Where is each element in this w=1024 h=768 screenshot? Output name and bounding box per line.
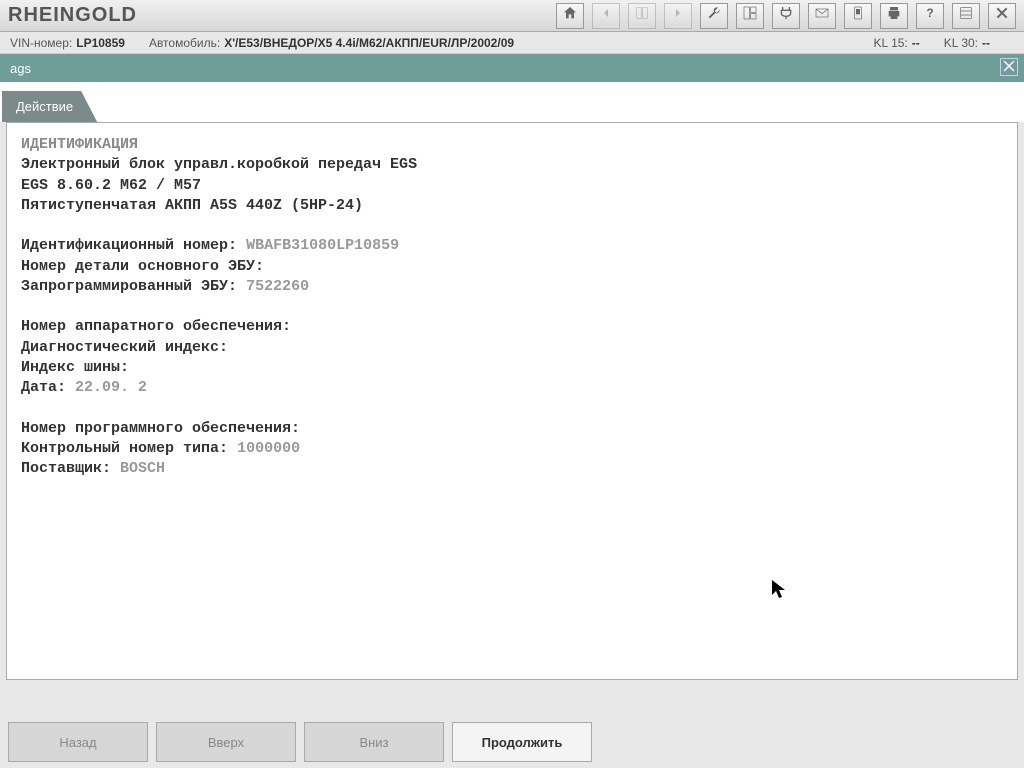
kl30-value: -- [982, 36, 990, 50]
info-line: Индекс шины: [21, 358, 1003, 378]
vin-value: LP10859 [76, 36, 125, 50]
svg-text:?: ? [926, 6, 933, 20]
plug-button[interactable] [772, 3, 800, 29]
continue-button-label: Продолжить [482, 735, 563, 750]
footer-bar: Назад Вверх Вниз Продолжить [8, 722, 1016, 762]
down-button[interactable]: Вниз [304, 722, 444, 762]
info-line: Контрольный номер типа: 1000000 [21, 439, 1003, 459]
info-line: Электронный блок управл.коробкой передач… [21, 155, 1003, 175]
kl30-label: KL 30: [944, 36, 978, 50]
device-button[interactable] [844, 3, 872, 29]
info-line: Поставщик: BOSCH [21, 459, 1003, 479]
wrench-icon [706, 5, 722, 26]
kl15-value: -- [912, 36, 920, 50]
print-button[interactable] [880, 3, 908, 29]
identification-text: ИДЕНТИФИКАЦИЯ Электронный блок управл.ко… [7, 123, 1017, 491]
nav-next-button[interactable] [664, 3, 692, 29]
info-line: Диагностический индекс: [21, 338, 1003, 358]
nav-pages-button[interactable] [628, 3, 656, 29]
help-button[interactable]: ? [916, 3, 944, 29]
print-icon [886, 5, 902, 26]
info-line: Идентификационный номер: WBAFB31080LP108… [21, 236, 1003, 256]
arrow-left-icon [598, 5, 614, 26]
info-line: Номер программного обеспечения: [21, 419, 1003, 439]
help-icon: ? [922, 5, 938, 26]
module-header: ags [0, 54, 1024, 82]
layout-button[interactable] [736, 3, 764, 29]
info-line: EGS 8.60.2 M62 / M57 [21, 176, 1003, 196]
settings-button[interactable] [952, 3, 980, 29]
content-panel: ИДЕНТИФИКАЦИЯ Электронный блок управл.ко… [6, 122, 1018, 680]
kl15-label: KL 15: [874, 36, 908, 50]
close-app-button[interactable] [988, 3, 1016, 29]
info-line: Запрограммированный ЭБУ: 7522260 [21, 277, 1003, 297]
vin-label: VIN-номер: [10, 36, 72, 50]
mail-button[interactable] [808, 3, 836, 29]
home-icon [562, 5, 578, 26]
close-icon [994, 5, 1010, 26]
info-line: Дата: 22.09. 2 [21, 378, 1003, 398]
info-line: Пятиступенчатая АКПП A5S 440Z (5HP-24) [21, 196, 1003, 216]
info-bar: VIN-номер: LP10859 Автомобиль: X'/E53/ВН… [0, 32, 1024, 54]
arrow-right-icon [670, 5, 686, 26]
tab-action[interactable]: Действие [2, 91, 97, 122]
back-button[interactable]: Назад [8, 722, 148, 762]
info-line: Номер аппаратного обеспечения: [21, 317, 1003, 337]
wrench-button[interactable] [700, 3, 728, 29]
app-title: RHEINGOLD [8, 4, 137, 27]
info-line: Номер детали основного ЭБУ: [21, 257, 1003, 277]
auto-value: X'/E53/ВНЕДОР/X5 4.4i/M62/АКПП/EUR/ЛР/20… [224, 36, 514, 50]
up-button-label: Вверх [208, 735, 244, 750]
mail-icon [814, 5, 830, 26]
settings-icon [958, 5, 974, 26]
section-heading: ИДЕНТИФИКАЦИЯ [21, 135, 1003, 155]
device-icon [850, 5, 866, 26]
back-button-label: Назад [59, 735, 96, 750]
module-close-button[interactable] [1000, 58, 1018, 76]
tab-row: Действие [0, 82, 1024, 122]
home-button[interactable] [556, 3, 584, 29]
auto-label: Автомобиль: [149, 36, 220, 50]
down-button-label: Вниз [359, 735, 388, 750]
plug-icon [778, 5, 794, 26]
pages-icon [634, 5, 650, 26]
app-header: RHEINGOLD ? [0, 0, 1024, 32]
continue-button[interactable]: Продолжить [452, 722, 592, 762]
nav-prev-button[interactable] [592, 3, 620, 29]
up-button[interactable]: Вверх [156, 722, 296, 762]
layout-icon [742, 5, 758, 26]
tab-action-label: Действие [16, 99, 73, 114]
x-icon [1003, 60, 1015, 75]
module-title: ags [10, 61, 31, 76]
toolbar: ? [550, 3, 1016, 29]
